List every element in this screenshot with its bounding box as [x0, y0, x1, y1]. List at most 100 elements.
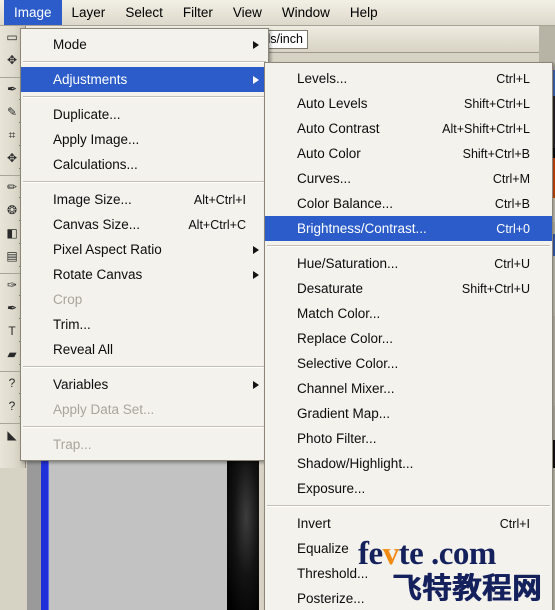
image-menu-item-calculations[interactable]: Calculations...	[21, 152, 268, 177]
image-menu-item-label: Canvas Size...	[53, 217, 141, 232]
submenu-arrow-icon	[253, 380, 259, 389]
image-menu-item-label: Trim...	[53, 317, 91, 332]
canvas-blue-band	[41, 441, 48, 610]
adjustments-menu-item-equalize[interactable]: Equalize	[265, 536, 552, 561]
image-menu-item-variables[interactable]: Variables	[21, 372, 268, 397]
menubar-item-help[interactable]: Help	[340, 0, 388, 25]
adjustments-menu-item-threshold[interactable]: Threshold...	[265, 561, 552, 586]
image-menu-item-reveal-all[interactable]: Reveal All	[21, 337, 268, 362]
adjustments-menu-item-label: Gradient Map...	[297, 406, 391, 421]
adjustments-menu-item-label: Match Color...	[297, 306, 381, 321]
adjustments-menu-item-label: Replace Color...	[297, 331, 394, 346]
adjustments-menu-item-brightness-contrast[interactable]: Brightness/Contrast... Ctrl+0	[265, 216, 552, 241]
image-menu-separator	[23, 96, 266, 98]
adjustments-menu-item-levels[interactable]: Levels... Ctrl+L	[265, 66, 552, 91]
image-menu-item-label: Trap...	[53, 437, 92, 452]
adjustments-menu-item-label: Hue/Saturation...	[297, 256, 399, 271]
image-menu-item-rotate-canvas[interactable]: Rotate Canvas	[21, 262, 268, 287]
submenu-arrow-icon	[253, 270, 259, 279]
adjustments-menu-item-label: Shadow/Highlight...	[297, 456, 414, 471]
image-menu-item-shortcut: Alt+Ctrl+C	[188, 217, 246, 232]
adjustments-menu-item-label: Curves...	[297, 171, 352, 186]
adjustments-menu-item-auto-levels[interactable]: Auto Levels Shift+Ctrl+L	[265, 91, 552, 116]
document-window[interactable]	[27, 437, 259, 610]
menubar-item-layer[interactable]: Layer	[62, 0, 116, 25]
canvas-left-band	[27, 441, 41, 610]
adjustments-menu-item-label: Brightness/Contrast...	[297, 221, 427, 236]
canvas-light-area	[49, 441, 227, 610]
menubar-item-view[interactable]: View	[223, 0, 272, 25]
adjustments-menu-item-hue-saturation[interactable]: Hue/Saturation... Ctrl+U	[265, 251, 552, 276]
adjustments-menu-item-gradient-map[interactable]: Gradient Map...	[265, 401, 552, 426]
adjustments-menu-item-shortcut: Ctrl+0	[496, 221, 530, 236]
adjustments-menu-item-label: Invert	[297, 516, 331, 531]
adjustments-menu-item-shortcut: Alt+Shift+Ctrl+L	[442, 121, 530, 136]
adjustments-menu-item-label: Desaturate	[297, 281, 364, 296]
adjustments-menu-separator	[267, 245, 550, 247]
adjustments-menu-item-shortcut: Shift+Ctrl+U	[461, 281, 530, 296]
canvas-dark-area	[227, 441, 259, 610]
adjustments-menu-item-label: Posterize...	[297, 591, 365, 606]
adjustments-menu-item-posterize[interactable]: Posterize...	[265, 586, 552, 610]
image-menu-item-shortcut: Alt+Ctrl+I	[193, 192, 246, 207]
adjustments-menu-item-photo-filter[interactable]: Photo Filter...	[265, 426, 552, 451]
adjustments-menu-item-shortcut: Shift+Ctrl+B	[462, 146, 530, 161]
adjustments-menu-item-label: Threshold...	[297, 566, 369, 581]
adjustments-menu-item-curves[interactable]: Curves... Ctrl+M	[265, 166, 552, 191]
adjustments-menu-item-shortcut: Ctrl+U	[494, 256, 530, 271]
image-menu-separator	[23, 61, 266, 63]
adjustments-menu-item-shortcut: Ctrl+B	[494, 196, 530, 211]
image-menu-item-label: Rotate Canvas	[53, 267, 143, 282]
submenu-arrow-icon	[253, 75, 259, 84]
adjustments-menu-item-label: Auto Contrast	[297, 121, 380, 136]
adjustments-menu-item-label: Levels...	[297, 71, 348, 86]
adjustments-menu-item-label: Selective Color...	[297, 356, 399, 371]
image-menu-item-adjustments[interactable]: Adjustments	[21, 67, 268, 92]
submenu-arrow-icon	[253, 40, 259, 49]
adjustments-menu-item-selective-color[interactable]: Selective Color...	[265, 351, 552, 376]
adjustments-menu-item-auto-contrast[interactable]: Auto Contrast Alt+Shift+Ctrl+L	[265, 116, 552, 141]
image-menu-separator	[23, 366, 266, 368]
image-menu-item-label: Crop	[53, 292, 83, 307]
adjustments-menu-item-desaturate[interactable]: Desaturate Shift+Ctrl+U	[265, 276, 552, 301]
adjustments-menu-item-shadow-highlight[interactable]: Shadow/Highlight...	[265, 451, 552, 476]
image-menu-item-label: Image Size...	[53, 192, 132, 207]
image-menu-item-label: Apply Data Set...	[53, 402, 155, 417]
submenu-arrow-icon	[253, 245, 259, 254]
adjustments-menu-item-channel-mixer[interactable]: Channel Mixer...	[265, 376, 552, 401]
adjustments-menu-item-color-balance[interactable]: Color Balance... Ctrl+B	[265, 191, 552, 216]
image-menu-item-image-size[interactable]: Image Size... Alt+Ctrl+I	[21, 187, 268, 212]
adjustments-menu-item-invert[interactable]: Invert Ctrl+I	[265, 511, 552, 536]
adjustments-submenu-dropdown[interactable]: Levels... Ctrl+L Auto Levels Shift+Ctrl+L Au…	[264, 62, 553, 610]
adjustments-menu-item-shortcut: Ctrl+M	[492, 171, 530, 186]
image-menu-item-mode[interactable]: Mode	[21, 32, 268, 57]
adjustments-menu-item-label: Equalize	[297, 541, 349, 556]
image-menu-dropdown[interactable]: Mode Adjustments Duplicate... Apply Image..…	[20, 28, 269, 461]
adjustments-menu-item-exposure[interactable]: Exposure...	[265, 476, 552, 501]
image-menu-item-canvas-size[interactable]: Canvas Size... Alt+Ctrl+C	[21, 212, 268, 237]
image-menu-item-pixel-aspect-ratio[interactable]: Pixel Aspect Ratio	[21, 237, 268, 262]
image-menu-item-duplicate[interactable]: Duplicate...	[21, 102, 268, 127]
adjustments-menu-item-label: Exposure...	[297, 481, 366, 496]
adjustments-menu-item-label: Auto Levels	[297, 96, 368, 111]
adjustments-menu-item-label: Color Balance...	[297, 196, 394, 211]
image-menu-item-trim[interactable]: Trim...	[21, 312, 268, 337]
adjustments-menu-item-label: Photo Filter...	[297, 431, 377, 446]
adjustments-menu-item-auto-color[interactable]: Auto Color Shift+Ctrl+B	[265, 141, 552, 166]
adjustments-menu-item-shortcut: Ctrl+I	[499, 516, 530, 531]
image-menu-item-apply-image[interactable]: Apply Image...	[21, 127, 268, 152]
menubar-item-image[interactable]: Image	[4, 0, 62, 25]
menubar-item-window[interactable]: Window	[272, 0, 340, 25]
image-menu-item-label: Reveal All	[53, 342, 114, 357]
image-menu-item-label: Mode	[53, 37, 87, 52]
menubar-item-select[interactable]: Select	[115, 0, 173, 25]
adjustments-menu-item-replace-color[interactable]: Replace Color...	[265, 326, 552, 351]
image-menu-item-label: Adjustments	[53, 72, 128, 87]
image-menu-item-label: Apply Image...	[53, 132, 140, 147]
adjustments-menu-separator	[267, 505, 550, 507]
image-menu-item-crop: Crop	[21, 287, 268, 312]
image-menu-item-label: Variables	[53, 377, 109, 392]
menu-bar[interactable]: Image Layer Select Filter View Window Help	[0, 0, 555, 26]
menubar-item-filter[interactable]: Filter	[173, 0, 223, 25]
adjustments-menu-item-match-color[interactable]: Match Color...	[265, 301, 552, 326]
